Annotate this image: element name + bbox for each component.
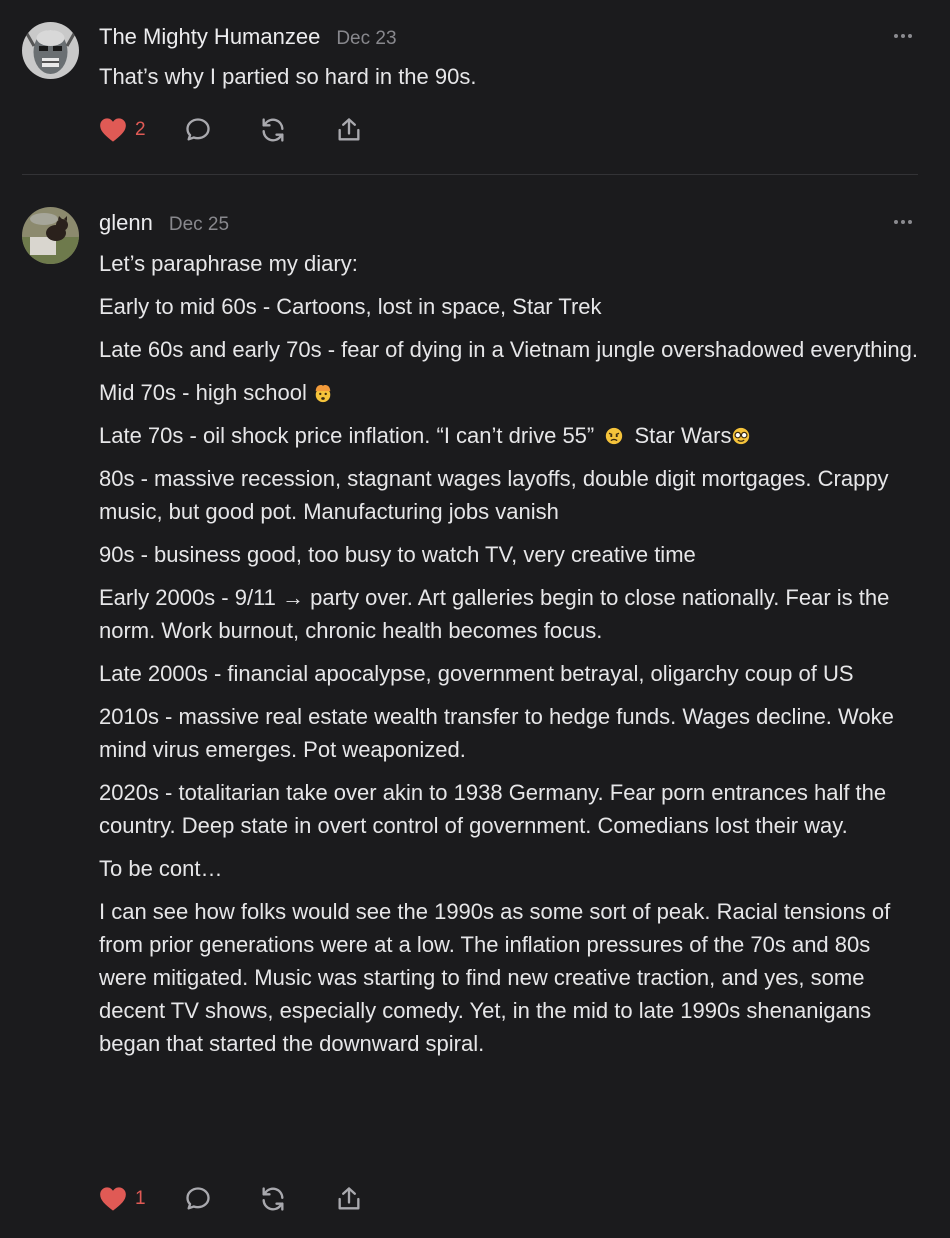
restack-button[interactable] [259, 116, 287, 144]
more-icon [894, 220, 898, 224]
author-name[interactable]: The Mighty Humanzee [99, 24, 320, 50]
paragraph-text: Star Wars [634, 423, 732, 448]
more-options-button[interactable] [894, 34, 916, 40]
reply-button[interactable] [184, 116, 212, 144]
restack-icon [262, 1187, 284, 1211]
comment-paragraph: 2020s - totalitarian take over akin to 1… [99, 780, 887, 838]
angry-emoji [606, 427, 623, 445]
comment-paragraph: Late 60s and early 70s - fear of dying i… [99, 337, 918, 362]
share-icon [338, 1187, 360, 1210]
comment-paragraph: Late 70s - oil shock price inflation. “I… [99, 419, 922, 452]
comment-paragraph: I can see how folks would see the 1990s … [99, 899, 891, 1056]
comment: The Mighty Humanzee Dec 23 That’s why I … [0, 0, 950, 175]
comment-paragraph: To be cont… [99, 856, 223, 881]
author-name[interactable]: glenn [99, 210, 153, 236]
comment-paragraph: Mid 70s - high school [99, 376, 922, 409]
nerd-emoji [733, 427, 750, 445]
comment-paragraph: 90s - business good, too busy to watch T… [99, 542, 696, 567]
restack-button[interactable] [259, 1185, 287, 1213]
reply-button[interactable] [184, 1185, 212, 1213]
heart-icon [100, 1187, 126, 1211]
restack-icon [262, 118, 284, 142]
comment-paragraph: Late 2000s - financial apocalypse, gover… [99, 661, 854, 686]
comment-paragraph: Early to mid 60s - Cartoons, lost in spa… [99, 294, 602, 319]
comment-paragraph: Let’s paraphrase my diary: [99, 251, 358, 276]
comment-paragraph: Early 2000s - 9/11 → party over. Art gal… [99, 585, 890, 643]
comment-paragraph: 80s - massive recession, stagnant wages … [99, 466, 889, 524]
comment-icon [185, 1187, 210, 1210]
exploding-head-emoji [315, 385, 331, 403]
comment-body: Let’s paraphrase my diary: Early to mid … [99, 247, 922, 1070]
more-icon [894, 34, 898, 38]
comment: glenn Dec 25 Let’s paraphrase my diary: … [0, 175, 950, 1238]
comment-icon [185, 118, 210, 141]
like-count: 2 [135, 119, 146, 140]
paragraph-text: Late 70s - oil shock price inflation. “I… [99, 423, 595, 448]
paragraph-text: Mid 70s - high school [99, 380, 307, 405]
comment-paragraph: 2010s - massive real estate wealth trans… [99, 704, 894, 762]
comment-date[interactable]: Dec 25 [169, 214, 229, 236]
heart-icon [100, 118, 126, 142]
avatar[interactable] [22, 22, 79, 79]
like-button[interactable]: 2 [99, 117, 146, 143]
comment-text: That’s why I partied so hard in the 90s. [99, 64, 477, 89]
share-button[interactable] [335, 116, 363, 144]
share-icon [338, 118, 360, 141]
like-button[interactable]: 1 [99, 1186, 146, 1212]
like-count: 1 [135, 1188, 146, 1209]
share-button[interactable] [335, 1185, 363, 1213]
more-options-button[interactable] [894, 220, 916, 226]
comment-date[interactable]: Dec 23 [336, 28, 396, 50]
avatar[interactable] [22, 207, 79, 264]
